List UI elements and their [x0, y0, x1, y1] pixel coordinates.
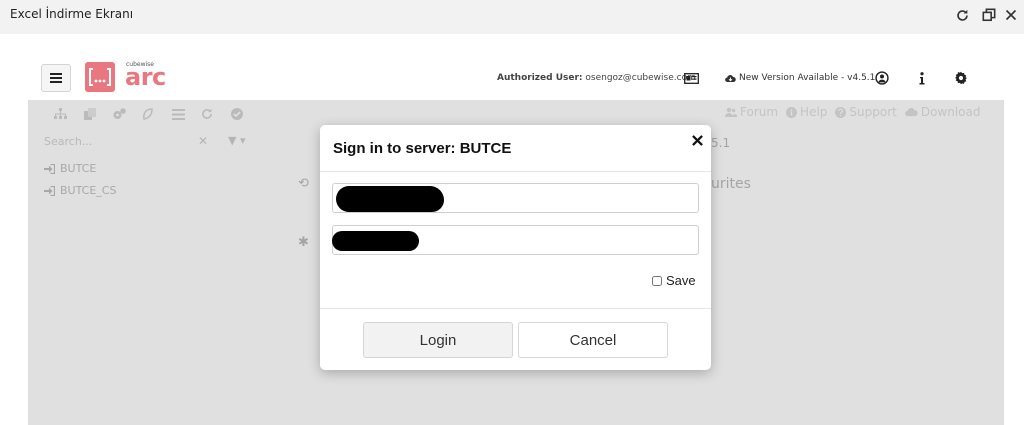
gear-icon[interactable] [953, 70, 969, 86]
modal-title: Sign in to server: BUTCE [333, 140, 512, 157]
login-button[interactable]: Login [363, 322, 513, 358]
hamburger-icon [50, 73, 62, 83]
check-circle-icon [230, 107, 244, 121]
version-fragment: 5.1 [711, 136, 731, 150]
save-checkbox-label[interactable]: Save [652, 273, 696, 288]
leaf-icon [140, 107, 154, 121]
window-title: Excel İndirme Ekranı [10, 7, 134, 21]
help-label: Help [800, 105, 828, 119]
support-label: Support [849, 105, 897, 119]
arc-logo: cubewise arc [85, 61, 175, 93]
info-circle-icon [786, 106, 798, 118]
auth-user: osengoz@cubewise.com [585, 73, 696, 83]
close-window-icon[interactable] [1002, 6, 1020, 24]
window-titlebar: Excel İndirme Ekranı [0, 0, 1024, 34]
search-input: Search... [44, 135, 93, 148]
close-icon[interactable] [689, 132, 705, 148]
hamburger-menu-button[interactable] [41, 64, 71, 92]
favourites-fragment: urites [711, 176, 751, 192]
new-version-link[interactable]: New Version Available - v4.5.1 [725, 73, 875, 83]
logo-text: arc [125, 63, 166, 91]
authorized-user: Authorized User: osengoz@cubewise.com [497, 73, 696, 83]
sign-in-icon [44, 185, 55, 196]
restore-window-icon[interactable] [980, 6, 998, 24]
sign-in-modal: Sign in to server: BUTCE Save Login Canc… [320, 125, 711, 370]
modal-footer-divider [320, 308, 711, 309]
sign-in-icon [44, 163, 55, 174]
server-item: BUTCE_CS [44, 184, 116, 197]
help-link: Help [786, 105, 827, 119]
list-icon [171, 107, 185, 121]
sitemap-icon [53, 107, 67, 121]
server-name: BUTCE [60, 162, 97, 175]
modal-header-divider [320, 171, 711, 172]
download-label: Download [920, 105, 981, 119]
cloud-download-icon [904, 107, 918, 117]
refresh-icon[interactable] [953, 6, 971, 24]
users-icon [725, 107, 737, 117]
app-header: cubewise arc Authorized User: osengoz@cu… [28, 50, 1004, 100]
bug-icon: ✱ [298, 235, 309, 250]
server-name: BUTCE_CS [60, 184, 117, 197]
save-checkbox[interactable] [652, 275, 662, 286]
info-icon[interactable] [914, 70, 930, 86]
clear-search-icon: ✕ [198, 134, 209, 148]
cogs-icon [112, 107, 126, 121]
forum-label: Forum [740, 105, 779, 119]
question-circle-icon [835, 106, 847, 118]
redacted-username [336, 186, 444, 212]
id-card-icon[interactable] [683, 70, 699, 86]
copy-icon [83, 107, 97, 121]
save-label: Save [666, 273, 696, 288]
user-icon[interactable] [874, 70, 890, 86]
arc-logo-icon [85, 62, 115, 92]
cloud-download-icon [725, 74, 736, 82]
top-links: Forum Help Support Download [725, 105, 981, 119]
support-link: Support [835, 105, 897, 119]
download-link: Download [904, 105, 981, 119]
refresh-icon [200, 107, 214, 121]
history-icon: ⟲ [298, 176, 309, 191]
server-item: BUTCE [44, 162, 96, 175]
new-version-text: New Version Available - v4.5.1 [739, 73, 876, 83]
filter-icon: ▼ ▾ [228, 134, 246, 147]
redacted-password [332, 231, 419, 251]
cancel-button[interactable]: Cancel [518, 322, 668, 358]
forum-link: Forum [725, 105, 778, 119]
auth-label: Authorized User: [497, 73, 583, 83]
